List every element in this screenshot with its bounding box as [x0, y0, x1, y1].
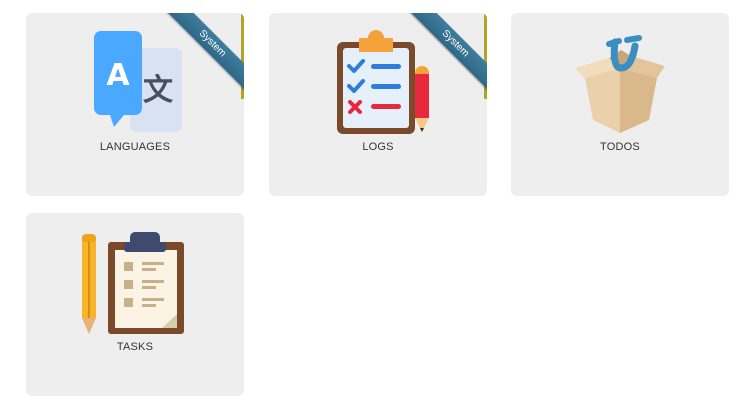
- ribbon-text: System: [163, 13, 244, 93]
- module-grid: A 文 LANGUAGES System LOGS System TODOS T…: [0, 0, 751, 417]
- system-ribbon: System: [154, 13, 244, 103]
- tile-tasks[interactable]: TASKS: [26, 213, 244, 396]
- tile-todos[interactable]: TODOS: [511, 13, 729, 196]
- tile-label: LANGUAGES: [99, 141, 171, 153]
- tile-label: TASKS: [116, 341, 154, 353]
- system-ribbon: System: [397, 13, 487, 103]
- tile-languages[interactable]: A 文 LANGUAGES System: [26, 13, 244, 196]
- open-box-icon: [565, 28, 675, 138]
- clipboard-pencil-icon: [80, 228, 190, 338]
- ribbon-text: System: [406, 13, 487, 93]
- tile-label: TODOS: [600, 141, 640, 153]
- tile-label: LOGS: [362, 141, 394, 153]
- tile-logs[interactable]: LOGS System: [269, 13, 487, 196]
- translate-icon-letter: A: [106, 58, 130, 93]
